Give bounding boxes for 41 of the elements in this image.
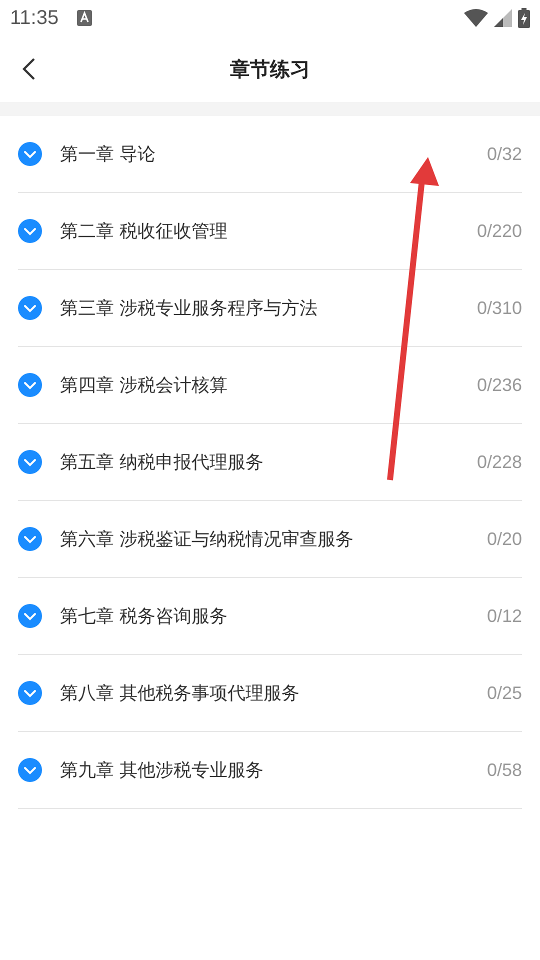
chapter-row[interactable]: 第四章 涉税会计核算 0/236 — [18, 347, 522, 424]
chevron-down-icon — [18, 758, 42, 782]
chapter-title: 第五章 纳税申报代理服务 — [60, 451, 264, 474]
chapter-row[interactable]: 第六章 涉税鉴证与纳税情况审查服务 0/20 — [18, 501, 522, 578]
progress-count: 0/310 — [476, 298, 522, 318]
progress-count: 0/236 — [476, 374, 522, 396]
battery-icon — [518, 8, 530, 28]
chevron-down-icon — [18, 604, 42, 628]
chapter-row[interactable]: 第七章 税务咨询服务 0/12 — [18, 578, 522, 655]
signal-icon — [494, 9, 512, 27]
chapter-row[interactable]: 第二章 税收征收管理 0/220 — [18, 193, 522, 270]
chapter-title: 第三章 涉税专业服务程序与方法 — [60, 297, 318, 320]
chapter-row[interactable]: 第三章 涉税专业服务程序与方法 0/310 — [18, 270, 522, 347]
chevron-down-icon — [18, 527, 42, 551]
progress-count: 0/220 — [476, 220, 522, 242]
chapter-row[interactable]: 第九章 其他涉税专业服务 0/58 — [18, 732, 522, 809]
chapter-row[interactable]: 第五章 纳税申报代理服务 0/228 — [18, 424, 522, 501]
wifi-icon — [464, 9, 488, 27]
progress-count: 0/32 — [486, 144, 522, 164]
chevron-down-icon — [18, 681, 42, 705]
chapter-row[interactable]: 第八章 其他税务事项代理服务 0/25 — [18, 655, 522, 732]
chevron-down-icon — [18, 296, 42, 320]
progress-count: 0/12 — [486, 606, 522, 626]
chapter-title: 第七章 税务咨询服务 — [60, 605, 228, 628]
keyboard-icon — [76, 10, 92, 26]
chevron-down-icon — [18, 142, 42, 166]
progress-count: 0/25 — [486, 682, 522, 704]
chapter-title: 第四章 涉税会计核算 — [60, 374, 228, 397]
chevron-down-icon — [18, 450, 42, 474]
chapter-title: 第九章 其他涉税专业服务 — [60, 759, 264, 782]
chapter-title: 第二章 税收征收管理 — [60, 220, 228, 243]
chapter-title: 第八章 其他税务事项代理服务 — [60, 682, 300, 705]
chapter-title: 第六章 涉税鉴证与纳税情况审查服务 — [60, 528, 354, 551]
progress-count: 0/228 — [476, 452, 522, 472]
chevron-down-icon — [18, 219, 42, 243]
progress-count: 0/58 — [486, 760, 522, 780]
chapter-title: 第一章 导论 — [60, 143, 156, 166]
progress-count: 0/20 — [486, 528, 522, 550]
status-time: 11:35 — [10, 6, 59, 30]
chevron-down-icon — [18, 373, 42, 397]
page-title: 章节练习 — [230, 56, 310, 82]
